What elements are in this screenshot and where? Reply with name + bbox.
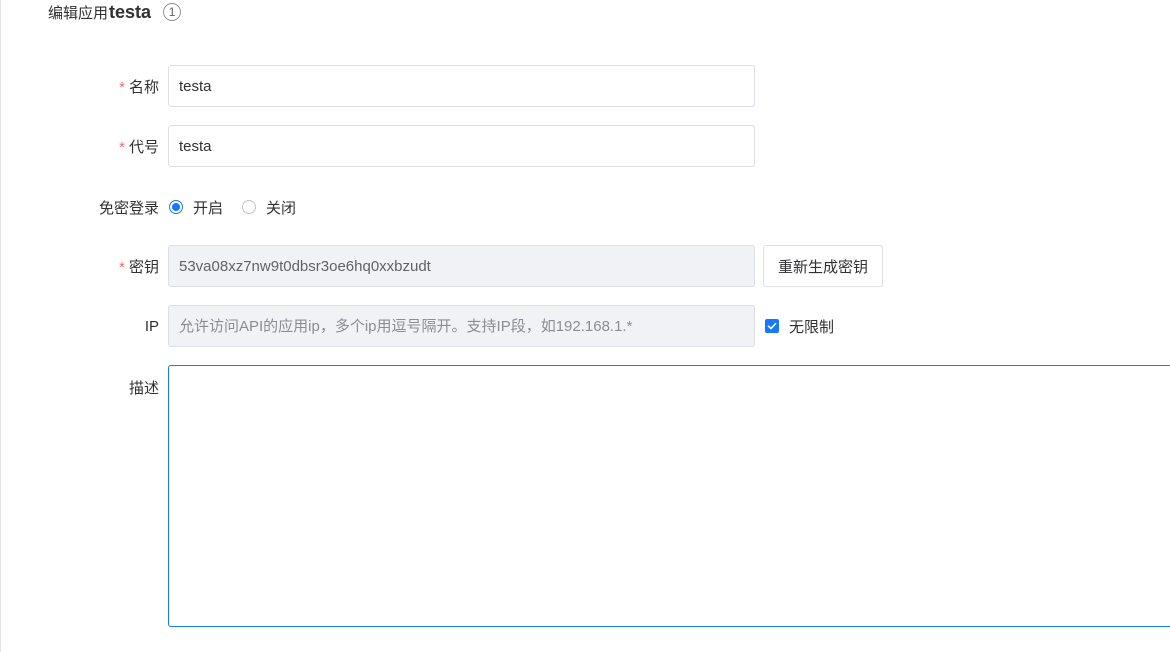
form-row-secret: *密钥 重新生成密钥	[1, 245, 884, 287]
radio-disable[interactable]: 关闭	[242, 197, 296, 218]
required-mark: *	[119, 78, 125, 96]
page-title-prefix: 编辑应用	[48, 4, 109, 22]
description-label: 描述	[128, 380, 159, 397]
passwordless-login-label: 免密登录	[98, 199, 159, 217]
form-row-description: 描述	[1, 365, 1170, 627]
radio-enable-label: 开启	[193, 199, 224, 217]
radio-enable[interactable]: 开启	[169, 197, 223, 218]
help-badge[interactable]: 1	[163, 3, 182, 21]
form-row-ip: IP 无限制	[1, 305, 834, 347]
secret-input	[168, 245, 755, 287]
secret-label: * 密钥	[119, 258, 159, 276]
form-row-code: * 代号	[1, 125, 755, 167]
form-row-passwordless-login: 免密登录 开启 关闭	[1, 196, 315, 218]
name-label: * 名称	[119, 78, 159, 96]
radio-checked-icon[interactable]	[169, 200, 183, 214]
regenerate-secret-button[interactable]: 重新生成密钥	[763, 245, 884, 287]
radio-unchecked-icon[interactable]	[242, 200, 257, 214]
unlimited-label: 无限制	[789, 318, 835, 336]
unlimited-checkbox[interactable]: 无限制	[765, 316, 834, 337]
checkbox-checked-icon[interactable]	[765, 319, 779, 333]
page-title-app-name: testa	[109, 1, 152, 22]
page-header: 编辑应用 testa 1	[48, 0, 182, 24]
ip-label: IP	[144, 317, 159, 335]
description-textarea[interactable]	[168, 365, 1170, 627]
form-row-name: * 名称	[1, 65, 755, 107]
code-input[interactable]	[168, 125, 755, 167]
required-mark: *	[119, 258, 125, 276]
code-label: * 代号	[119, 138, 159, 156]
edit-app-page: 编辑应用 testa 1 *名称 *代号 免密登录 开启 关闭	[0, 0, 1170, 652]
required-mark: *	[119, 138, 125, 156]
name-input[interactable]	[168, 65, 755, 107]
ip-input	[168, 305, 755, 347]
radio-disable-label: 关闭	[266, 199, 297, 217]
